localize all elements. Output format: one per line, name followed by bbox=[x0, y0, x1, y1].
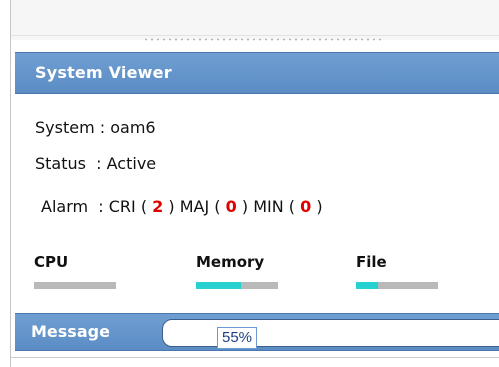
usage-tooltip: 55% bbox=[217, 327, 258, 349]
bottom-divider bbox=[11, 357, 499, 358]
alarm-cri-label: CRI bbox=[108, 197, 136, 216]
system-value: oam6 bbox=[110, 118, 156, 137]
panel-title-bar: System Viewer bbox=[15, 52, 499, 94]
system-line: System : oam6 bbox=[35, 118, 156, 137]
message-label: Message bbox=[31, 322, 110, 341]
status-label: Status bbox=[35, 154, 86, 173]
message-field[interactable] bbox=[162, 319, 499, 347]
cpu-usage-bar[interactable] bbox=[34, 282, 116, 289]
alarm-min-label: MIN bbox=[253, 197, 284, 216]
alarm-line: Alarm : CRI ( 2 ) MAJ ( 0 ) MIN ( 0 ) bbox=[41, 197, 323, 216]
alarm-maj-label: MAJ bbox=[179, 197, 210, 216]
alarm-maj-count: 0 bbox=[225, 197, 237, 216]
top-strip bbox=[11, 0, 499, 40]
alarm-min-count: 0 bbox=[300, 197, 312, 216]
divider bbox=[11, 35, 499, 36]
memory-usage-bar[interactable] bbox=[196, 282, 278, 289]
file-label: File bbox=[356, 253, 387, 271]
alarm-cri-count: 2 bbox=[152, 197, 164, 216]
alarm-label: Alarm bbox=[41, 197, 89, 216]
panel-title: System Viewer bbox=[35, 63, 172, 82]
status-value: Active bbox=[106, 154, 157, 173]
memory-label: Memory bbox=[196, 253, 265, 271]
resize-grip-icon[interactable] bbox=[143, 38, 383, 41]
memory-usage-fill bbox=[196, 282, 242, 289]
file-usage-fill bbox=[356, 282, 379, 289]
file-usage-bar[interactable] bbox=[356, 282, 438, 289]
status-line: Status : Active bbox=[35, 154, 157, 173]
system-viewer-panel: System Viewer System : oam6 Status : Act… bbox=[10, 0, 499, 367]
cpu-label: CPU bbox=[34, 253, 69, 271]
system-label: System bbox=[35, 118, 95, 137]
